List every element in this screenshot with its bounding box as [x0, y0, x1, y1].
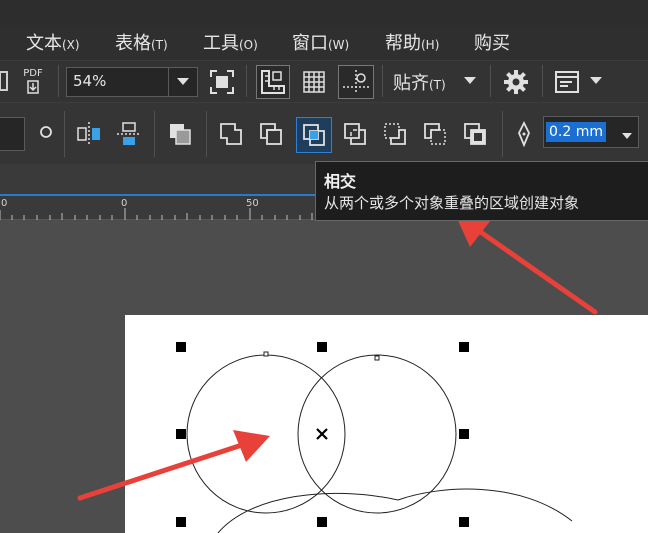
selection-handle [176, 429, 186, 439]
intersect-tooltip: 相交 从两个或多个对象重叠的区域创建对象 [315, 161, 648, 221]
selection-handle [176, 342, 186, 352]
tooltip-description: 从两个或多个对象重叠的区域创建对象 [324, 194, 580, 212]
selection-handle [317, 342, 327, 352]
selection-handle [176, 517, 186, 527]
node-handle[interactable] [374, 355, 380, 361]
annotation-arrow [455, 214, 598, 315]
selection-handle [459, 517, 469, 527]
canvas-overlay [77, 214, 598, 533]
rotation-center-icon[interactable] [316, 428, 328, 440]
tooltip-title: 相交 [324, 172, 357, 191]
selection-handle [459, 342, 469, 352]
annotation-arrow [77, 430, 270, 501]
selection-handle [317, 517, 327, 527]
selection-handle [459, 429, 469, 439]
node-handle[interactable] [263, 351, 269, 357]
